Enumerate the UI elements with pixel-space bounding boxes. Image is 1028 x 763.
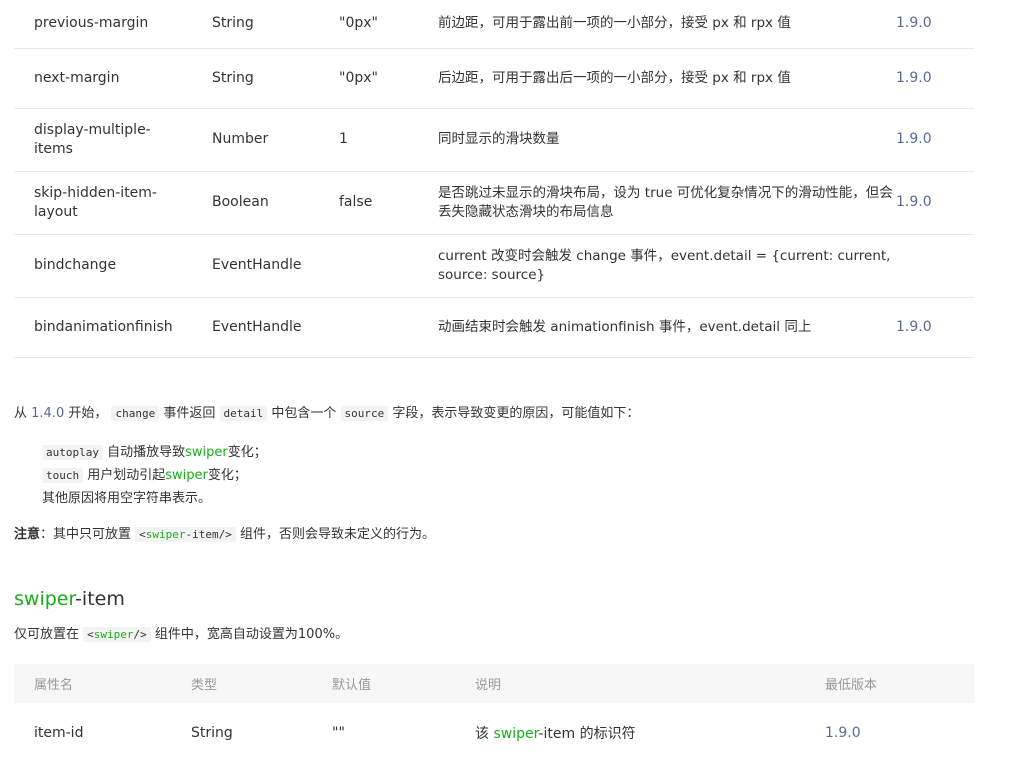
- attr-type: EventHandle: [212, 297, 339, 358]
- attr-desc: 动画结束时会触发 animationfinish 事件，event.detail…: [438, 297, 896, 358]
- attr-name-line: display-multiple-: [34, 121, 151, 138]
- desc-text: 组件中，宽高自动设置为100%。: [150, 627, 349, 642]
- table-row: next-margin String "0px" 后边距，可用于露出后一项的一小…: [14, 48, 974, 109]
- para-text: 从: [14, 406, 32, 421]
- code-part: <: [87, 628, 94, 641]
- attr-name: skip-hidden-item-layout: [14, 171, 212, 235]
- highlight-swiper: swiper: [165, 468, 208, 483]
- para-text: 字段，表示导致变更的原因，可能值如下：: [388, 406, 640, 421]
- section-title: swiper-item: [14, 586, 125, 612]
- list-item: touch 用户划动引起swiper变化；: [42, 464, 267, 487]
- attr-version-link[interactable]: 1.9.0: [896, 0, 974, 49]
- title-rest: -item: [75, 588, 125, 610]
- attr-version-link[interactable]: 1.9.0: [896, 108, 974, 172]
- attr-name-line: skip-hidden-item-: [34, 184, 157, 201]
- section-desc: 仅可放置在 <swiper/> 组件中，宽高自动设置为100%。: [14, 626, 348, 644]
- source-values-list: autoplay 自动播放导致swiper变化； touch 用户划动引起swi…: [42, 441, 267, 510]
- note-text: 组件，否则会导致未定义的行为。: [235, 527, 436, 542]
- desc-text: -item 的标识符: [538, 726, 636, 742]
- table-row: previous-margin String "0px" 前边距，可用于露出前一…: [14, 0, 974, 49]
- attr-name-line: layout: [34, 203, 78, 220]
- attr-type: EventHandle: [212, 234, 339, 298]
- attr-desc: current 改变时会触发 change 事件，event.detail = …: [438, 234, 896, 298]
- version-link[interactable]: 1.4.0: [31, 406, 64, 421]
- attr-default: "": [332, 725, 345, 741]
- para-text: 开始，: [64, 406, 112, 421]
- table-row: item-id String "" 该 swiper-item 的标识符 1.9…: [14, 703, 974, 763]
- desc-text: 该: [475, 726, 494, 742]
- code-touch: touch: [42, 468, 84, 483]
- attr-type: String: [212, 0, 339, 49]
- attr-desc: 该 swiper-item 的标识符: [475, 703, 825, 763]
- note-label: 注意: [14, 527, 41, 542]
- list-text: 自动播放导致: [102, 445, 186, 460]
- attr-name: item-id: [34, 725, 84, 741]
- attr-desc: 前边距，可用于露出前一项的一小部分，接受 px 和 rpx 值: [438, 0, 896, 49]
- header-desc: 说明: [475, 664, 825, 703]
- table-row: bindchange EventHandle current 改变时会触发 ch…: [14, 234, 974, 298]
- list-text: 变化；: [227, 445, 267, 460]
- highlight-swiper: swiper: [14, 588, 76, 610]
- header-type: 类型: [191, 664, 332, 703]
- para-text: 事件返回: [159, 406, 220, 421]
- attr-desc: 同时显示的滑块数量: [438, 108, 896, 172]
- list-item: 其他原因将用空字符串表示。: [42, 487, 267, 510]
- attr-desc: 后边距，可用于露出后一项的一小部分，接受 px 和 rpx 值: [438, 48, 896, 109]
- attr-type: String: [191, 725, 233, 741]
- highlight-swiper: swiper: [185, 445, 228, 460]
- attr-type: String: [212, 48, 339, 109]
- list-text: 变化；: [207, 468, 247, 483]
- attr-name: bindanimationfinish: [14, 297, 212, 358]
- note-text: ：其中只可放置: [40, 527, 136, 542]
- code-source: source: [340, 406, 389, 421]
- attr-type: Number: [212, 108, 339, 172]
- highlight-swiper: swiper: [93, 628, 134, 641]
- header-version: 最低版本: [825, 664, 974, 703]
- attr-default: 1: [339, 108, 438, 172]
- code-swiper: <swiper/>: [83, 627, 151, 642]
- header-name: 属性名: [14, 664, 191, 703]
- code-part: <: [139, 528, 146, 541]
- attr-default: false: [339, 171, 438, 235]
- header-default: 默认值: [332, 664, 475, 703]
- list-item: autoplay 自动播放导致swiper变化；: [42, 441, 267, 464]
- change-source-paragraph: 从 1.4.0 开始， change 事件返回 detail 中包含一个 sou…: [14, 405, 639, 423]
- code-part: />: [133, 628, 147, 641]
- attr-version-link[interactable]: 1.9.0: [896, 48, 974, 109]
- attr-default: "0px": [339, 0, 438, 49]
- attr-version-link[interactable]: 1.9.0: [825, 703, 974, 763]
- note-paragraph: 注意：其中只可放置 <swiper-item/> 组件，否则会导致未定义的行为。: [14, 526, 435, 544]
- table-header-row: 属性名 类型 默认值 说明 最低版本: [14, 664, 974, 703]
- attr-version-link[interactable]: 1.9.0: [896, 297, 974, 358]
- table-row: bindanimationfinish EventHandle 动画结束时会触发…: [14, 297, 974, 358]
- table-row: display-multiple-items Number 1 同时显示的滑块数…: [14, 108, 974, 172]
- code-swiper-item: <swiper-item/>: [135, 527, 236, 542]
- code-change: change: [111, 406, 160, 421]
- attr-name: next-margin: [14, 48, 212, 109]
- attr-default: "0px": [339, 48, 438, 109]
- attr-version-link[interactable]: 1.9.0: [896, 171, 974, 235]
- attr-desc: 是否跳过未显示的滑块布局，设为 true 可优化复杂情况下的滑动性能，但会丢失隐…: [438, 171, 896, 235]
- swiper-item-attributes-table: 属性名 类型 默认值 说明 最低版本 item-id String "" 该 s…: [14, 664, 974, 763]
- code-part: -item/>: [185, 528, 232, 541]
- attr-name-line: items: [34, 140, 73, 157]
- swiper-attributes-table: previous-margin String "0px" 前边距，可用于露出前一…: [14, 0, 974, 358]
- desc-text: 仅可放置在: [14, 627, 84, 642]
- attr-default: [339, 234, 438, 298]
- attr-version-link[interactable]: [896, 234, 974, 298]
- attr-name: previous-margin: [14, 0, 212, 49]
- code-autoplay: autoplay: [42, 445, 103, 460]
- attr-type: Boolean: [212, 171, 339, 235]
- attr-name: display-multiple-items: [14, 108, 212, 172]
- code-detail: detail: [219, 406, 268, 421]
- para-text: 中包含一个: [267, 406, 341, 421]
- table-row: skip-hidden-item-layout Boolean false 是否…: [14, 171, 974, 235]
- attr-default: [339, 297, 438, 358]
- highlight-swiper: swiper: [493, 726, 539, 742]
- attr-name: bindchange: [14, 234, 212, 298]
- highlight-swiper: swiper: [145, 528, 186, 541]
- list-text: 用户划动引起: [83, 468, 166, 483]
- list-text: 其他原因将用空字符串表示。: [42, 491, 212, 506]
